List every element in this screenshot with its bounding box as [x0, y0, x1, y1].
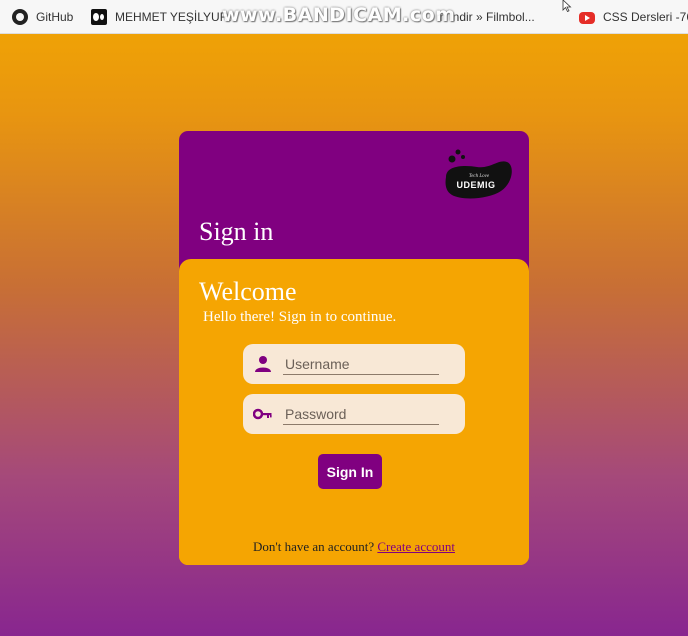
logo-text: UDEMIG	[457, 180, 496, 190]
medium-icon	[91, 9, 107, 25]
card-body: Welcome Hello there! Sign in to continue…	[179, 259, 529, 565]
signin-card: Tech Love UDEMIG Sign in Welcome Hello t…	[179, 131, 529, 565]
signin-button[interactable]: Sign In	[318, 454, 382, 489]
welcome-subtitle: Hello there! Sign in to continue.	[203, 309, 397, 325]
bookmark-github[interactable]: GitHub	[12, 8, 73, 26]
mouse-cursor-icon	[562, 0, 572, 12]
username-input[interactable]	[283, 354, 439, 375]
user-icon	[255, 356, 271, 372]
bookmark-label: GitHub	[36, 10, 74, 24]
welcome-heading: Welcome	[199, 277, 297, 306]
recording-watermark: www.BANDICAM.com	[222, 4, 456, 26]
bookmark-label: MEHMET YEŞİLYUR...	[115, 10, 239, 24]
signin-heading: Sign in	[199, 217, 274, 246]
bookmarks-bar: GitHub MEHMET YEŞİLYUR... m İndir » Film…	[0, 0, 688, 34]
create-account-link[interactable]: Create account	[377, 539, 455, 554]
password-input[interactable]	[283, 404, 439, 425]
bookmark-youtube[interactable]: CSS Dersleri -76	[579, 8, 688, 26]
card-header: Tech Love UDEMIG Sign in	[179, 131, 529, 271]
username-field	[243, 344, 465, 384]
signup-prompt: Don't have an account? Create account	[179, 539, 529, 555]
password-field	[243, 394, 465, 434]
logo-tagline: Tech Love	[469, 174, 490, 179]
github-icon	[12, 9, 28, 25]
bookmark-label: CSS Dersleri -76	[603, 10, 688, 24]
udemig-logo: Tech Love UDEMIG	[445, 149, 512, 199]
youtube-icon	[579, 12, 595, 24]
key-icon	[253, 408, 272, 420]
signup-prompt-text: Don't have an account?	[253, 539, 375, 554]
bookmark-medium[interactable]: MEHMET YEŞİLYUR...	[91, 8, 238, 26]
